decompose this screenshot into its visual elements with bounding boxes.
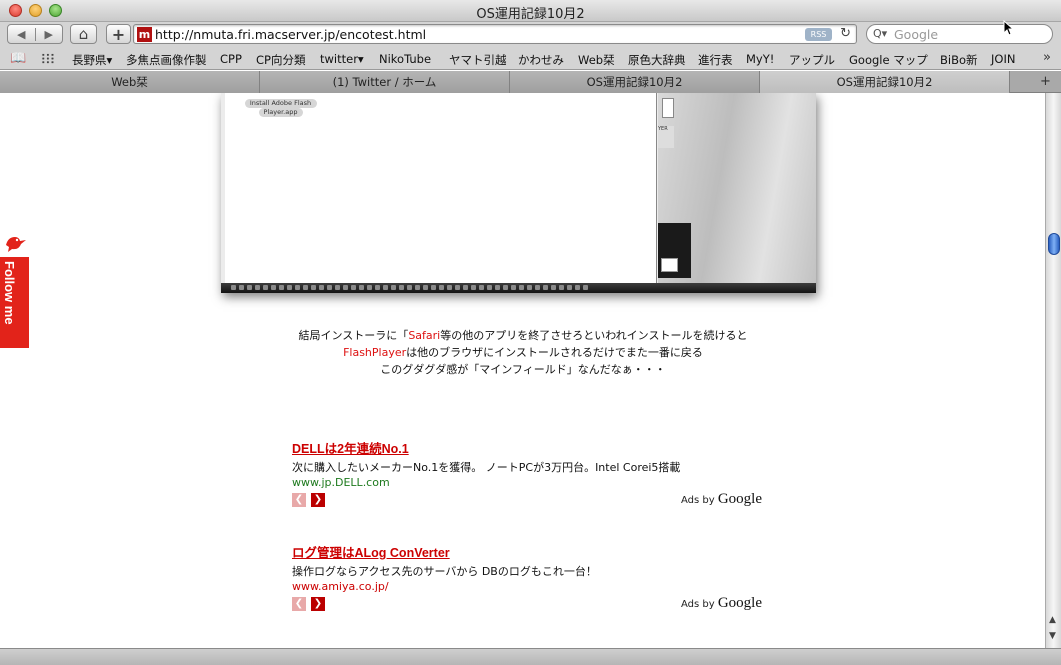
tab-label: (1) Twitter / ホーム [332, 75, 437, 89]
search-field[interactable]: Q▾ Google [866, 24, 1053, 44]
ads-by-google-label[interactable]: Ads by Google [681, 491, 762, 508]
tab-twitter[interactable]: (1) Twitter / ホーム [260, 71, 510, 93]
bookmark-item[interactable]: 進行表 [698, 52, 733, 68]
search-icon[interactable]: Q▾ [873, 27, 887, 40]
tab-label: OS運用記録10月2 [836, 75, 933, 89]
bookmarks-overflow-icon[interactable]: » [1043, 50, 1051, 65]
caption-text: 等の他のアプリを終了させろといわれインストールを続けると [440, 329, 748, 342]
vertical-scrollbar[interactable]: ▲ ▼ [1045, 93, 1061, 648]
rss-button[interactable]: RSS [805, 28, 832, 41]
google-ad-unit: ログ管理はALog ConVerter 操作ログならアクセス先のサーバから DB… [292, 542, 762, 611]
tab-os-record-1[interactable]: OS運用記録10月2 [510, 71, 760, 93]
bookmark-item[interactable]: BiBo新 [940, 52, 978, 68]
bookmark-item[interactable]: 長野県▾ [72, 52, 112, 68]
ad-prev-arrow-icon[interactable]: ❮ [292, 493, 306, 507]
screenshot-button-fragment: YER [658, 126, 674, 148]
tab-web-shiori[interactable]: Web栞 [0, 71, 260, 93]
caption-line-1: 結局インストーラに「Safari等の他のアプリを終了させろといわれインストールを… [221, 327, 825, 344]
new-tab-button[interactable]: + [1040, 74, 1051, 89]
ad-next-arrow-icon[interactable]: ❯ [311, 597, 325, 611]
ad-title-link[interactable]: ログ管理はALog ConVerter [292, 542, 762, 561]
bookmark-item[interactable]: Web栞 [578, 52, 615, 68]
screenshot-window-area: Install Adobe Flash Player.app [225, 93, 657, 283]
bookmarks-bar: 📖 長野県▾ 多焦点画像作製 CPP CP向分類 twitter▾ NikoTu… [0, 48, 1061, 70]
caption-line-2: FlashPlayerは他のブラウザにインストールされるだけでまた一番に戻る [221, 344, 825, 361]
url-text[interactable]: http://nmuta.fri.macserver.jp/encotest.h… [155, 27, 426, 42]
ads-by-text: Ads by [680, 495, 718, 506]
bookmark-item[interactable]: MyY! [746, 52, 774, 66]
tab-label: Web栞 [111, 75, 148, 89]
ad-url-link[interactable]: www.jp.DELL.com [292, 476, 762, 489]
scrollbar-thumb[interactable] [1048, 233, 1060, 255]
installer-label-line1: Install Adobe Flash [244, 99, 317, 108]
caption-line-3: このグダグダ感が「マインフィールド」なんだなぁ・・・ [380, 363, 666, 376]
ads-by-google-label[interactable]: Ads by Google [681, 595, 762, 612]
screenshot-button-text: YER [658, 126, 668, 132]
caption-text: は他のブラウザにインストールされるだけでまた一番に戻る [406, 346, 703, 359]
scroll-up-arrow-icon[interactable]: ▲ [1049, 615, 1056, 625]
bookmark-item[interactable]: 原色大辞典 [628, 52, 686, 68]
search-placeholder: Google [894, 27, 939, 42]
home-button[interactable]: ⌂ [70, 24, 97, 44]
bookmark-item[interactable]: NikoTube [379, 52, 431, 66]
bookmark-item[interactable]: JOIN [991, 52, 1015, 66]
screenshot-scroll-widget [662, 98, 674, 118]
caption-highlight: Safari [408, 329, 441, 342]
bookmark-item[interactable]: Google マップ [849, 52, 928, 68]
plus-icon: + [111, 24, 126, 44]
follow-me-label: Follow me [2, 261, 17, 325]
ad-description: 操作ログならアクセス先のサーバから DBのログもこれ一台！ [292, 565, 597, 578]
tab-bar: Web栞 (1) Twitter / ホーム OS運用記録10月2 OS運用記録… [0, 71, 1061, 93]
bookmark-item[interactable]: かわせみ [518, 52, 564, 68]
google-ad-unit: DELLは2年連続No.1 次に購入したいメーカーNo.1を獲得。 ノートPCが… [292, 438, 762, 507]
article-caption: 結局インストーラに「Safari等の他のアプリを終了させろといわれインストールを… [221, 327, 825, 378]
embedded-screenshot-image: Install Adobe Flash Player.app YER [221, 93, 816, 293]
installer-label-line2: Player.app [258, 108, 303, 117]
forward-button[interactable]: ▶ [36, 28, 63, 41]
add-bookmark-button[interactable]: + [106, 24, 131, 44]
bookmark-item[interactable]: twitter▾ [320, 52, 364, 66]
status-bar [0, 648, 1061, 665]
reload-icon[interactable]: ↻ [840, 26, 851, 41]
bookmark-item[interactable]: アップル [789, 52, 835, 68]
top-sites-grid-icon[interactable] [41, 53, 55, 64]
ad-next-arrow-icon[interactable]: ❯ [311, 493, 325, 507]
follow-me-badge[interactable]: Follow me [0, 237, 29, 348]
bookmark-item[interactable]: CPP [220, 52, 242, 66]
ad-prev-arrow-icon[interactable]: ❮ [292, 597, 306, 611]
home-icon: ⌂ [78, 25, 89, 43]
bookmark-item[interactable]: ヤマト引越 [449, 52, 507, 68]
ad-description: 次に購入したいメーカーNo.1を獲得。 ノートPCが3万円台。Intel Cor… [292, 461, 681, 474]
scroll-down-arrow-icon[interactable]: ▼ [1049, 631, 1056, 641]
ad-pager: ❮ ❯ Ads by Google [292, 491, 762, 508]
title-bar: OS運用記録10月2 [0, 0, 1061, 22]
installer-app-label: Install Adobe Flash Player.app [244, 99, 317, 117]
screenshot-dock [221, 283, 816, 293]
address-bar[interactable]: m http://nmuta.fri.macserver.jp/encotest… [133, 24, 857, 44]
browser-toolbar: ◀ ▶ ⌂ + m http://nmuta.fri.macserver.jp/… [0, 22, 1061, 48]
caption-highlight: FlashPlayer [343, 346, 407, 359]
screenshot-small-box [661, 258, 678, 272]
ad-pager: ❮ ❯ Ads by Google [292, 595, 762, 612]
back-forward-group: ◀ ▶ [7, 24, 63, 44]
bookmark-item[interactable]: CP向分類 [256, 52, 305, 68]
ads-by-text: Ads by [680, 599, 718, 610]
bird-icon [6, 237, 26, 252]
web-page-content: Install Adobe Flash Player.app YER Follo… [0, 93, 1045, 648]
google-logo: Google [717, 595, 762, 611]
back-button[interactable]: ◀ [8, 27, 36, 41]
google-logo: Google [717, 491, 762, 507]
bookmark-item[interactable]: 多焦点画像作製 [126, 52, 207, 68]
tab-os-record-active[interactable]: OS運用記録10月2 [760, 71, 1010, 93]
caption-text: 結局インストーラに「 [298, 329, 409, 342]
site-favicon-icon: m [137, 27, 152, 42]
ad-title-link[interactable]: DELLは2年連続No.1 [292, 438, 762, 457]
ad-url-link[interactable]: www.amiya.co.jp/ [292, 580, 762, 593]
window-title: OS運用記録10月2 [476, 7, 585, 22]
mouse-cursor-icon [1003, 20, 1013, 36]
reading-list-book-icon[interactable]: 📖 [10, 51, 26, 66]
tab-label: OS運用記録10月2 [586, 75, 683, 89]
